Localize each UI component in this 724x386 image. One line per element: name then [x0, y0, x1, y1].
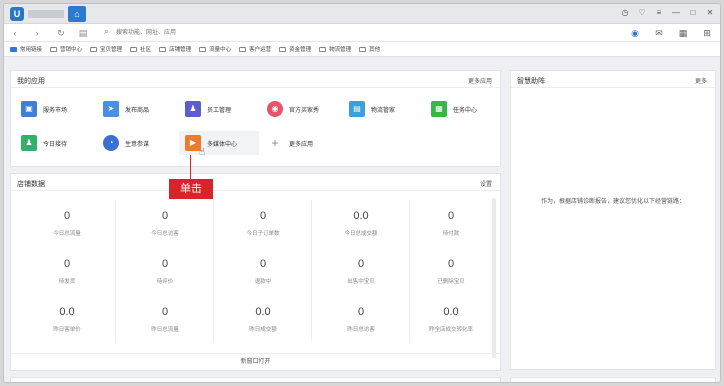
- folder-icon: [319, 46, 327, 52]
- browser-window: U ⌂ ◷ ♡ ≡ — □ ✕ ‹ › ↻ ▤ ⌕ ◉ ✉ ▦ ⊞ 常用链接 营…: [3, 3, 721, 383]
- star-folder-icon: [10, 46, 17, 52]
- my-apps-title: 我的应用: [17, 78, 45, 85]
- restore-icon[interactable]: □: [687, 7, 699, 19]
- stat-today-revenue: 0.0 今日总成交额: [344, 210, 378, 237]
- next-section-card: [10, 377, 501, 382]
- bookmark-item[interactable]: 社区: [130, 45, 151, 53]
- app-buyer-show[interactable]: ◉ 官方买家秀: [267, 99, 319, 119]
- app-logo: U: [10, 7, 24, 21]
- app-service-market[interactable]: ▣ 服务市场: [21, 99, 67, 119]
- bookmark-item[interactable]: 流量中心: [199, 45, 231, 53]
- minimize-icon[interactable]: —: [670, 7, 682, 19]
- stat-deleted-items: 0 已删除宝贝: [437, 258, 465, 285]
- app-business-advisor[interactable]: ◔ 生意参谋: [103, 133, 149, 153]
- app-logistics[interactable]: ▤ 物流管家: [349, 99, 395, 119]
- bookmark-bar: 常用链接 营销中心 宝贝管理 社区 店铺管理 流量中心 客户运营 资金管理 物流…: [4, 42, 720, 57]
- nav-tools: ◉ ✉ ▦ ⊞: [628, 26, 714, 40]
- blurred-account-name: [28, 10, 64, 18]
- calendar-icon: ▦: [431, 101, 447, 117]
- search-icon: ⌕: [104, 26, 110, 36]
- bookmark-item[interactable]: 店铺管理: [159, 45, 191, 53]
- bookmark-item[interactable]: 营销中心: [50, 45, 82, 53]
- close-icon[interactable]: ✕: [704, 7, 716, 19]
- app-publish-item[interactable]: ➤ 发布商品: [103, 99, 149, 119]
- menu-icon[interactable]: ≡: [653, 7, 665, 19]
- smart-assistant-title: 智慧助阵: [517, 78, 545, 85]
- navigation-bar: ‹ › ↻ ▤ ⌕ ◉ ✉ ▦ ⊞: [4, 24, 720, 42]
- stat-refunding: 0 退款中: [254, 258, 272, 285]
- window-controls: ◷ ♡ ≡ — □ ✕: [619, 7, 716, 19]
- title-bar: U ⌂ ◷ ♡ ≡ — □ ✕: [4, 4, 720, 24]
- shop-data-card: 店铺数据 设置 0 今日总流量 0 今日总访客 0 今日子订单数 0.0 今日总成交额 …: [10, 173, 501, 371]
- stat-yesterday-conversion: 0.0 昨全店成交转化率: [428, 306, 473, 333]
- app-more-apps[interactable]: + 更多应用: [267, 133, 313, 153]
- logistics-icon: ▤: [349, 101, 365, 117]
- forward-icon[interactable]: ›: [30, 26, 44, 40]
- home-tab[interactable]: ⌂: [68, 6, 86, 22]
- app-today-reception[interactable]: ♟ 今日接待: [21, 133, 67, 153]
- folder-icon: [359, 46, 367, 52]
- plus-icon: +: [267, 135, 283, 151]
- app-media-center[interactable]: ▶ 多媒体中心: [179, 131, 259, 155]
- stat-pending-shipment: 0 待发货: [58, 258, 76, 285]
- hand-cursor-icon: ☝: [199, 147, 206, 158]
- bookmark-item[interactable]: 物流管理: [319, 45, 351, 53]
- folder-icon: [130, 46, 138, 52]
- stat-pending-payment: 0 待付款: [442, 210, 460, 237]
- page-icon[interactable]: ▤: [76, 26, 90, 40]
- folder-icon: [239, 46, 247, 52]
- analytics-icon: ◔: [103, 135, 119, 151]
- shield-icon[interactable]: ♡: [636, 7, 648, 19]
- click-annotation-label: 单击: [169, 179, 213, 199]
- folder-icon: [279, 46, 287, 52]
- shop-data-scrollbar[interactable]: [492, 198, 496, 358]
- security-icon[interactable]: ◉: [628, 26, 642, 40]
- market-icon: ▣: [21, 101, 37, 117]
- home-icon: ⌂: [74, 9, 80, 19]
- app-staff-management[interactable]: ♟ 员工管理: [185, 99, 231, 119]
- shop-data-settings-link[interactable]: 设置: [480, 179, 492, 188]
- app-task-center[interactable]: ▦ 任务中心: [431, 99, 477, 119]
- folder-icon: [90, 46, 98, 52]
- stat-today-traffic: 0 今日总流量: [53, 210, 81, 237]
- bookmark-item[interactable]: 资金管理: [279, 45, 311, 53]
- stat-yesterday-aov: 0.0 昨日客单价: [53, 306, 81, 333]
- smart-assistant-card: 智慧助阵 更多 作为，根据店铺诊断报告，建议您优化以下经营链路：: [510, 70, 716, 370]
- grid-icon[interactable]: ▦: [676, 26, 690, 40]
- annotation-pointer-line: [190, 155, 191, 179]
- stat-pending-review: 0 待评价: [156, 258, 174, 285]
- clock-icon[interactable]: ◷: [619, 7, 631, 19]
- bookmark-item[interactable]: 宝贝管理: [90, 45, 122, 53]
- open-new-window-link[interactable]: 新窗口打开: [11, 353, 500, 370]
- folder-icon: [199, 46, 207, 52]
- smart-more-link[interactable]: 更多: [695, 76, 707, 85]
- camera-icon: ◉: [267, 101, 283, 117]
- reload-icon[interactable]: ↻: [54, 26, 68, 40]
- stat-yesterday-visitors: 0 昨日总访客: [347, 306, 375, 333]
- stat-today-visitors: 0 今日总访客: [151, 210, 179, 237]
- bookmark-item[interactable]: 其他: [359, 45, 380, 53]
- bookmark-item[interactable]: 常用链接: [10, 45, 42, 53]
- folder-icon: [50, 46, 58, 52]
- stat-items-on-sale: 0 出售中宝贝: [347, 258, 375, 285]
- address-input[interactable]: [116, 27, 416, 39]
- apps-icon[interactable]: ⊞: [700, 26, 714, 40]
- workspace: 我的应用 更多应用 ▣ 服务市场 ➤ 发布商品 ♟ 员工管理 ◉ 官方买家秀 ▤ 物流管家…: [4, 59, 720, 382]
- smart-message: 作为，根据店铺诊断报告，建议您优化以下经营链路：: [540, 199, 685, 205]
- back-icon[interactable]: ‹: [8, 26, 22, 40]
- stat-yesterday-traffic: 0 昨日总流量: [151, 306, 179, 333]
- more-apps-link[interactable]: 更多应用: [468, 76, 492, 85]
- bookmark-item[interactable]: 客户运营: [239, 45, 271, 53]
- user-icon: ♟: [21, 135, 37, 151]
- my-apps-card: 我的应用 更多应用 ▣ 服务市场 ➤ 发布商品 ♟ 员工管理 ◉ 官方买家秀 ▤ 物流管家…: [10, 70, 501, 167]
- stat-yesterday-revenue: 0.0 昨日成交额: [249, 306, 277, 333]
- folder-icon: [159, 46, 167, 52]
- person-icon: ♟: [185, 101, 201, 117]
- shop-data-title: 店铺数据: [17, 181, 45, 188]
- mail-icon[interactable]: ✉: [652, 26, 666, 40]
- stat-today-suborders: 0 今日子订单数: [246, 210, 280, 237]
- send-icon: ➤: [103, 101, 119, 117]
- next-side-card: [510, 377, 716, 382]
